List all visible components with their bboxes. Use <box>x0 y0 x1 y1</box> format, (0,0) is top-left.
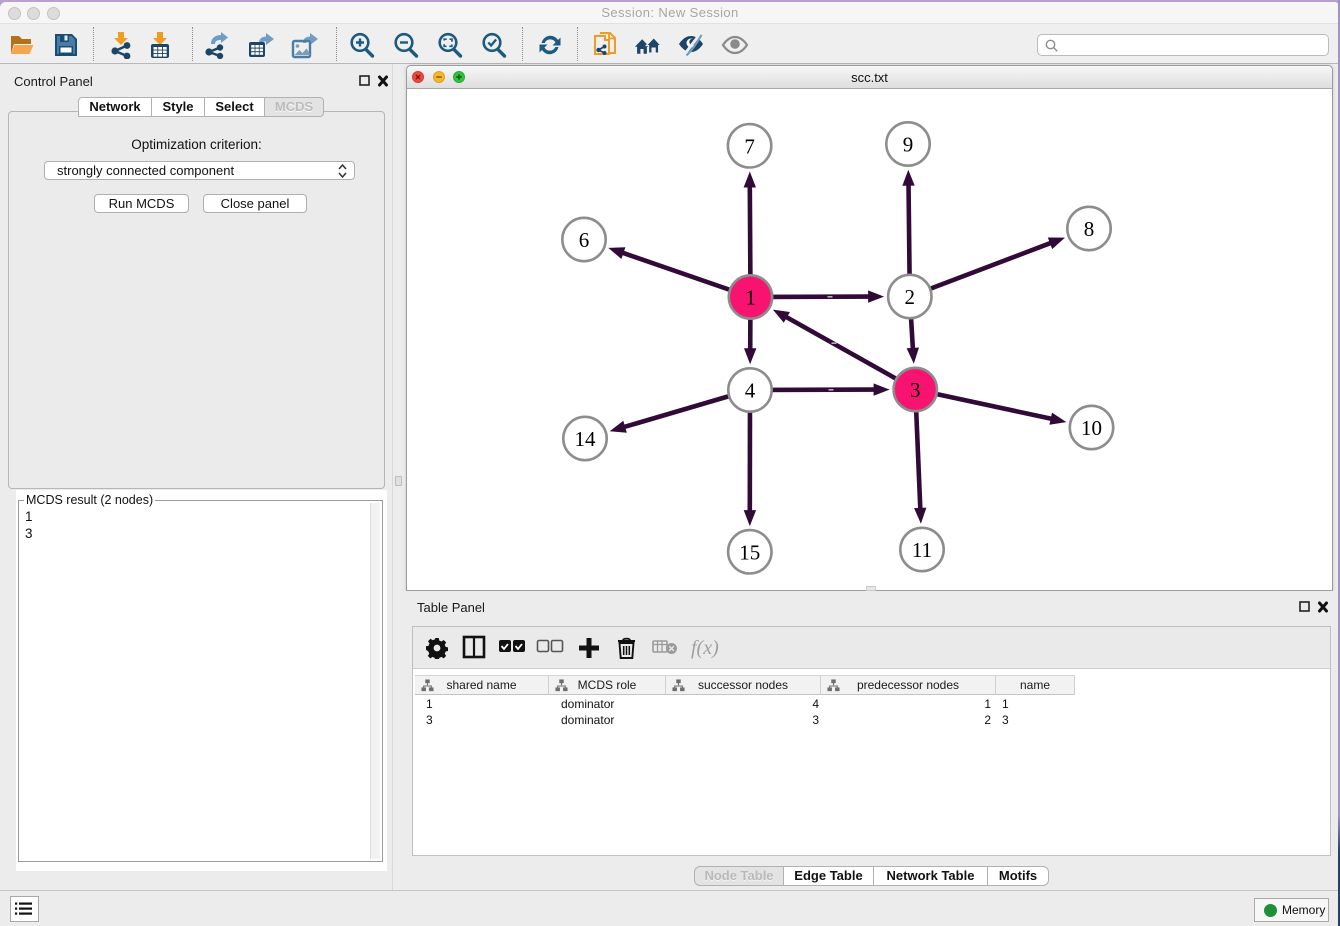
svg-text:2: 2 <box>905 285 916 309</box>
svg-text:7: 7 <box>744 134 755 158</box>
svg-text:6: 6 <box>579 228 590 252</box>
svg-text:14: 14 <box>575 427 597 451</box>
svg-text:15: 15 <box>739 540 760 564</box>
svg-text:1: 1 <box>745 286 756 310</box>
svg-text:3: 3 <box>910 378 921 402</box>
svg-text:f(x): f(x) <box>691 637 719 659</box>
svg-text:11: 11 <box>912 538 932 562</box>
svg-text:8: 8 <box>1084 217 1095 241</box>
svg-text:10: 10 <box>1081 416 1102 440</box>
svg-text:9: 9 <box>903 133 914 157</box>
svg-text:4: 4 <box>745 379 756 403</box>
